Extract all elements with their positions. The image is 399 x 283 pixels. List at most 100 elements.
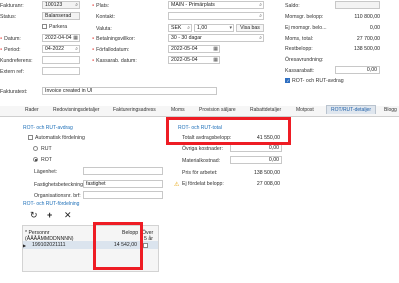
rot-rut-avdrag-checkbox[interactable] xyxy=(285,78,290,83)
refresh-icon[interactable]: ↻ xyxy=(30,210,38,221)
col-over2-header: 5 år xyxy=(144,236,153,242)
rot-rut-avdrag-label: ROT- och RUT-avdrag xyxy=(292,78,344,84)
status-label: Status: xyxy=(0,14,17,20)
lagenhet-field[interactable] xyxy=(83,167,163,175)
datum-value: 2022-04-04 xyxy=(45,35,72,41)
pris-value: 138 500,00 xyxy=(254,170,280,176)
forfallodatum-label: Förfallodatum: xyxy=(92,47,129,53)
search-icon[interactable]: ⌕ xyxy=(75,2,78,8)
oresavrundning-label: Öresavrundning: xyxy=(285,57,324,63)
forfallodatum-field[interactable]: 2022-05-04 ▦ xyxy=(168,45,220,53)
fakturanr-value: 100123 xyxy=(45,2,63,8)
period-field[interactable]: 04-2022 ⌕ xyxy=(42,45,80,53)
status-field: Balanserad xyxy=(42,12,80,20)
person-cell[interactable]: 199102021111 xyxy=(32,242,65,248)
kassarabatt-value: 0,00 xyxy=(366,67,377,73)
tab-redovisningsdetaljer[interactable]: Redovisningsdetaljer xyxy=(53,107,99,113)
period-label: Period: xyxy=(0,47,20,53)
tab-motpost[interactable]: Motpost xyxy=(296,107,314,113)
kundreferens-field[interactable] xyxy=(42,56,80,64)
rut-radio[interactable] xyxy=(33,146,38,151)
rate-value: 1,00 xyxy=(197,25,208,31)
tab-rader[interactable]: Rader xyxy=(25,107,39,113)
over-5ar-checkbox[interactable] xyxy=(143,243,148,248)
parkera-label: Parkera xyxy=(49,24,68,30)
plats-field[interactable]: MAIN - Primärplats ⌕ xyxy=(168,1,264,9)
lagenhet-label: Lägenhet: xyxy=(34,169,58,175)
add-icon[interactable]: + xyxy=(47,210,52,220)
material-field[interactable]: 0,00 xyxy=(230,156,282,164)
currency-field[interactable]: SEK ⌕ xyxy=(168,24,192,32)
kontakt-field[interactable]: ⌕ xyxy=(168,12,264,20)
pris-label: Pris för arbetet: xyxy=(182,170,218,176)
betalningsvillkor-label: Betalningsvillkor: xyxy=(92,36,135,42)
kassarabatt-field[interactable]: 0,00 xyxy=(335,66,380,74)
tab-faktureringsadress[interactable]: Faktureringsadress xyxy=(113,107,156,113)
momsgr-label: Momsgr. belopp: xyxy=(285,14,324,20)
search-icon[interactable]: ⌕ xyxy=(259,13,262,19)
ovriga-field[interactable]: 0,00 xyxy=(230,144,282,152)
warning-icon: ⚠ xyxy=(174,182,180,188)
rot-section-title: ROT- och RUT-avdrag xyxy=(23,125,73,131)
ovriga-value: 0,00 xyxy=(268,145,279,151)
tab-moms[interactable]: Moms xyxy=(171,107,185,113)
calendar-icon[interactable]: ▦ xyxy=(213,57,218,63)
valuta-label: Valuta: xyxy=(96,26,112,32)
rot-label: ROT xyxy=(41,157,52,163)
auto-fordelning-label: Automatisk fördelning xyxy=(35,135,85,141)
externref-label: Extern ref: xyxy=(0,69,24,75)
momsgr-value: 110 800,00 xyxy=(354,14,380,20)
fakturatext-field[interactable]: Invoice created in UI xyxy=(42,87,217,95)
saldo-label: Saldo: xyxy=(285,3,300,9)
tab-rabattdetaljer[interactable]: Rabattdetaljer xyxy=(250,107,281,113)
fastighet-field[interactable]: fastighet xyxy=(83,180,163,188)
saldo-field xyxy=(335,1,380,9)
kassarab-datum-value: 2022-05-04 xyxy=(171,57,198,63)
visa-bas-button[interactable]: Visa bas xyxy=(236,24,264,32)
betalningsvillkor-value: 30 - 30 dagar xyxy=(171,35,202,41)
kontakt-label: Kontakt: xyxy=(96,14,116,20)
calendar-icon[interactable]: ▦ xyxy=(73,35,78,41)
externref-field[interactable] xyxy=(42,67,80,75)
ejmomsgr-value: 0,00 xyxy=(369,25,380,31)
moms-label: Moms, total: xyxy=(285,36,314,42)
parkera-checkbox[interactable] xyxy=(42,24,47,29)
rut-label: RUT xyxy=(41,146,52,152)
ej-fordelat-label: Ej fördelat belopp: xyxy=(182,181,224,187)
tab-provision-saljare[interactable]: Provision säljare xyxy=(199,107,236,113)
datum-label: Datum: xyxy=(0,36,21,42)
moms-value: 27 700,00 xyxy=(356,36,380,42)
kassarab-datum-field[interactable]: 2022-05-04 ▦ xyxy=(168,56,220,64)
col-personnr-header: * Personnr (ÅÅÅÅMMDDNNNN) xyxy=(25,230,74,242)
highlight-belopp-box xyxy=(93,222,143,270)
rate-field[interactable]: 1,00 ▾ xyxy=(194,24,234,32)
status-value: Balanserad xyxy=(45,13,72,19)
currency-value: SEK xyxy=(171,25,182,31)
fakturatext-value: Invoice created in UI xyxy=(45,88,93,94)
fordelning-section-title: ROT- och RUT-fördelning xyxy=(23,201,80,207)
chevron-down-icon[interactable]: ▾ xyxy=(229,25,232,31)
datum-field[interactable]: 2022-04-04 ▦ xyxy=(42,34,80,42)
search-icon[interactable]: ⌕ xyxy=(259,35,262,41)
restbelopp-value: 138 500,00 xyxy=(354,46,380,52)
fakturanr-field[interactable]: 100123 ⌕ xyxy=(42,1,80,9)
delete-icon[interactable]: ✕ xyxy=(64,210,72,221)
tab-blogg[interactable]: Blogg xyxy=(384,107,397,113)
rot-radio[interactable] xyxy=(33,157,38,162)
search-icon[interactable]: ⌕ xyxy=(187,25,190,31)
org-field[interactable] xyxy=(83,191,163,199)
material-value: 0,00 xyxy=(268,157,279,163)
search-icon[interactable]: ⌕ xyxy=(75,46,78,52)
kassarab-datum-label: Kassarab. datum: xyxy=(92,58,137,64)
org-label: Organisationsnr. brf: xyxy=(34,193,81,199)
row-pointer-icon: ▶ xyxy=(23,243,27,248)
search-icon[interactable]: ⌕ xyxy=(259,2,262,8)
kassarabatt-label: Kassarabatt: xyxy=(285,68,315,74)
calendar-icon[interactable]: ▦ xyxy=(213,46,218,52)
restbelopp-label: Restbelopp: xyxy=(285,46,313,52)
auto-fordelning-checkbox[interactable] xyxy=(28,135,33,140)
tab-rot-rut-detaljer[interactable]: ROT/RUT-detaljer xyxy=(326,105,377,114)
betalningsvillkor-field[interactable]: 30 - 30 dagar ⌕ xyxy=(168,34,264,42)
fastighet-value: fastighet xyxy=(86,181,106,187)
period-value: 04-2022 xyxy=(45,46,65,52)
